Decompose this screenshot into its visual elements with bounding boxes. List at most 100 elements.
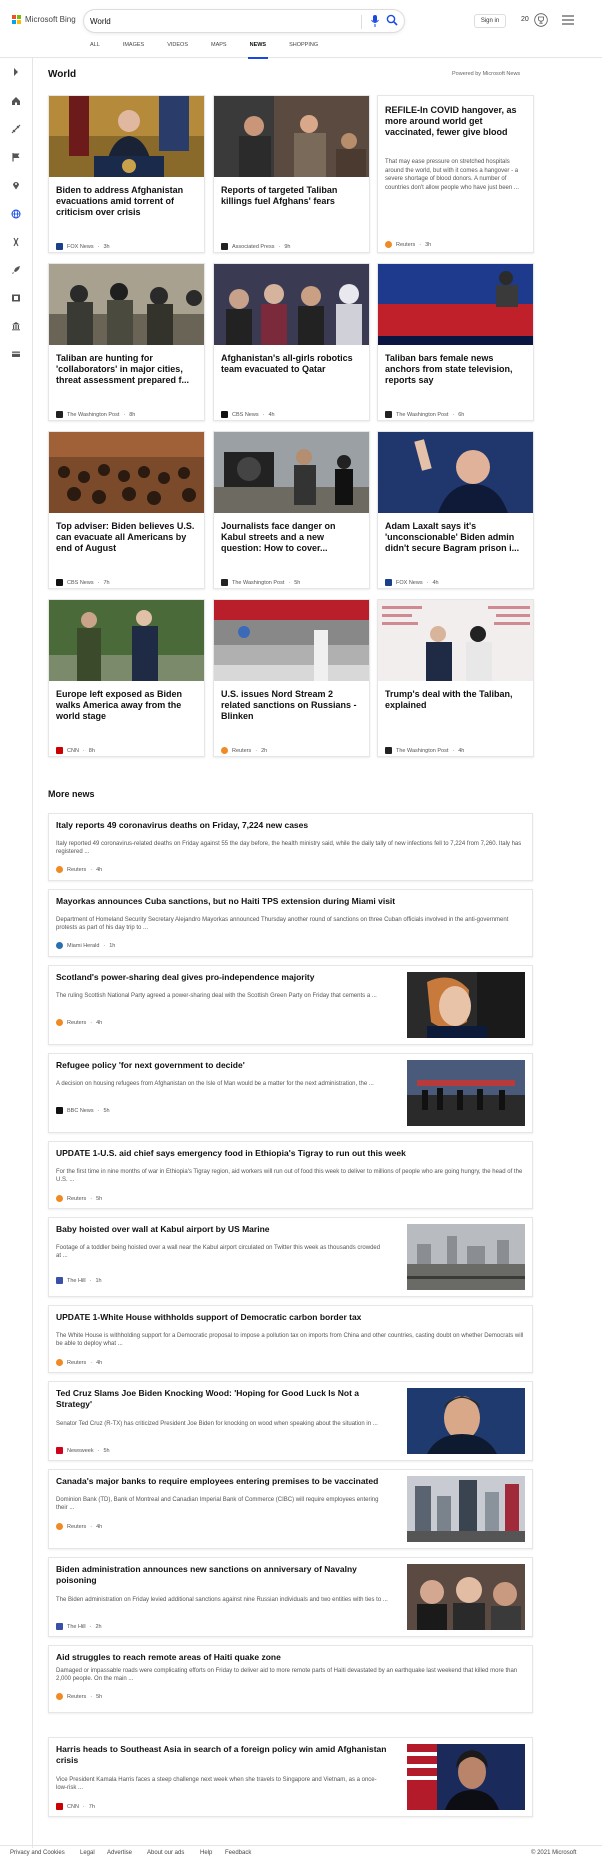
location-icon[interactable] <box>10 179 22 191</box>
news-title[interactable]: Italy reports 49 coronavirus deaths on F… <box>56 820 308 831</box>
card-title[interactable]: Taliban bars female news anchors from st… <box>385 353 527 386</box>
footer-link-feedback[interactable]: Feedback <box>225 1850 251 1856</box>
hamburger-menu-icon[interactable] <box>562 15 574 25</box>
news-card[interactable]: Trump's deal with the Taliban, explained… <box>377 599 534 757</box>
science-icon[interactable] <box>10 236 22 248</box>
chevron-right-icon[interactable] <box>10 66 22 78</box>
news-card[interactable]: Taliban bars female news anchors from st… <box>377 263 534 421</box>
search-input[interactable] <box>90 14 350 28</box>
rewards-trophy-icon[interactable] <box>534 13 548 27</box>
news-thumbnail <box>407 1744 525 1810</box>
news-card[interactable]: Adam Laxalt says it's 'unconscionable' B… <box>377 431 534 589</box>
news-title[interactable]: Biden administration announces new sanct… <box>56 1564 396 1586</box>
news-title[interactable]: Baby hoisted over wall at Kabul airport … <box>56 1224 396 1235</box>
news-list-item[interactable]: Refugee policy 'for next government to d… <box>48 1053 533 1133</box>
bing-logo[interactable]: Microsoft Bing <box>12 15 76 24</box>
card-meta: FOX News · 4h <box>385 579 439 586</box>
tab-videos[interactable]: VIDEOS <box>167 40 188 56</box>
rewards-count[interactable]: 20 <box>521 16 529 23</box>
card-title[interactable]: Reports of targeted Taliban killings fue… <box>221 185 363 207</box>
film-icon[interactable] <box>10 292 22 304</box>
news-card[interactable]: Reports of targeted Taliban killings fue… <box>213 95 370 253</box>
news-card[interactable]: Top adviser: Biden believes U.S. can eva… <box>48 431 205 589</box>
news-card[interactable]: Afghanistan's all-girls robotics team ev… <box>213 263 370 421</box>
news-source: The Hill <box>67 1623 86 1630</box>
news-title[interactable]: Harris heads to Southeast Asia in search… <box>56 1744 396 1766</box>
footer-link-help[interactable]: Help <box>200 1850 212 1856</box>
tab-all[interactable]: ALL <box>90 40 100 56</box>
card-title[interactable]: Afghanistan's all-girls robotics team ev… <box>221 353 363 375</box>
sign-in-button[interactable]: Sign in <box>474 14 506 28</box>
bank-icon[interactable] <box>10 320 22 332</box>
more-news-title: More news <box>48 789 95 799</box>
tab-news[interactable]: NEWS <box>247 40 268 59</box>
card-title[interactable]: Europe left exposed as Biden walks Ameri… <box>56 689 198 722</box>
news-card[interactable]: U.S. issues Nord Stream 2 related sancti… <box>213 599 370 757</box>
news-list-item[interactable]: Harris heads to Southeast Asia in search… <box>48 1737 533 1817</box>
news-list-item[interactable]: Biden administration announces new sanct… <box>48 1557 533 1637</box>
news-sep: · <box>90 1693 93 1700</box>
search-box[interactable] <box>84 10 404 32</box>
footer-link-advertise[interactable]: Advertise <box>107 1850 132 1856</box>
left-sidebar <box>0 58 33 1848</box>
card-title[interactable]: REFILE-In COVID hangover, as more around… <box>385 105 527 138</box>
news-list-item[interactable]: Mayorkas announces Cuba sanctions, but n… <box>48 889 533 957</box>
news-title[interactable]: Scotland's power-sharing deal gives pro-… <box>56 972 396 983</box>
home-icon[interactable] <box>10 95 22 107</box>
news-snippet: Vice President Kamala Harris faces a ste… <box>56 1777 377 1791</box>
news-card[interactable]: Taliban are hunting for 'collaborators' … <box>48 263 205 421</box>
brand-name: Microsoft Bing <box>25 15 76 24</box>
card-title[interactable]: Top adviser: Biden believes U.S. can eva… <box>56 521 198 554</box>
news-list-item[interactable]: Scotland's power-sharing deal gives pro-… <box>48 965 533 1045</box>
news-list-item[interactable]: Ted Cruz Slams Joe Biden Knocking Wood: … <box>48 1381 533 1461</box>
news-time: 1h <box>109 942 116 949</box>
news-title[interactable]: Aid struggles to reach remote areas of H… <box>56 1652 281 1663</box>
search-icon[interactable] <box>386 14 398 26</box>
news-source: Newsweek <box>67 1447 94 1454</box>
news-sep: · <box>82 1803 85 1810</box>
source-logo-icon <box>385 411 392 418</box>
news-title[interactable]: UPDATE 1-White House withholds support o… <box>56 1312 361 1323</box>
news-source: Reuters <box>67 1523 87 1530</box>
card-title[interactable]: U.S. issues Nord Stream 2 related sancti… <box>221 689 363 722</box>
news-list-item[interactable]: Baby hoisted over wall at Kabul airport … <box>48 1217 533 1297</box>
sparkle-icon[interactable] <box>10 123 22 135</box>
news-list-item[interactable]: UPDATE 1-U.S. aid chief says emergency f… <box>48 1141 533 1209</box>
card-sep: · <box>419 241 422 248</box>
tab-maps[interactable]: MAPS <box>211 40 227 56</box>
flag-icon[interactable] <box>10 151 22 163</box>
news-list-item[interactable]: Aid struggles to reach remote areas of H… <box>48 1645 533 1713</box>
footer-link-privacy[interactable]: Privacy and Cookies <box>10 1850 65 1856</box>
card-title[interactable]: Trump's deal with the Taliban, explained <box>385 689 527 711</box>
news-list-item[interactable]: Italy reports 49 coronavirus deaths on F… <box>48 813 533 881</box>
news-title[interactable]: Canada's major banks to require employee… <box>56 1476 396 1487</box>
card-title[interactable]: Journalists face danger on Kabul streets… <box>221 521 363 554</box>
copyright: © 2021 Microsoft <box>531 1850 577 1856</box>
source-logo-icon <box>56 1623 63 1630</box>
tab-images[interactable]: IMAGES <box>123 40 144 56</box>
news-card[interactable]: Journalists face danger on Kabul streets… <box>213 431 370 589</box>
news-source: Reuters <box>67 866 87 873</box>
footer-link-about-ads[interactable]: About our ads <box>147 1850 184 1856</box>
news-title[interactable]: Mayorkas announces Cuba sanctions, but n… <box>56 896 395 907</box>
card-icon[interactable] <box>10 348 22 360</box>
card-title[interactable]: Taliban are hunting for 'collaborators' … <box>56 353 198 386</box>
news-title[interactable]: UPDATE 1-U.S. aid chief says emergency f… <box>56 1148 406 1159</box>
news-title[interactable]: Refugee policy 'for next government to d… <box>56 1060 396 1071</box>
footer-link-legal[interactable]: Legal <box>80 1850 95 1856</box>
globe-icon[interactable] <box>10 208 22 220</box>
card-title[interactable]: Biden to address Afghanistan evacuations… <box>56 185 198 218</box>
news-card[interactable]: Europe left exposed as Biden walks Ameri… <box>48 599 205 757</box>
tab-shopping[interactable]: SHOPPING <box>289 40 318 56</box>
card-title[interactable]: Adam Laxalt says it's 'unconscionable' B… <box>385 521 527 554</box>
source-logo-icon <box>221 243 228 250</box>
rocket-icon[interactable] <box>10 264 22 276</box>
microphone-icon[interactable] <box>370 14 380 28</box>
news-card[interactable]: Biden to address Afghanistan evacuations… <box>48 95 205 253</box>
source-logo-icon <box>56 579 63 586</box>
source-logo-icon <box>56 1277 63 1284</box>
news-title[interactable]: Ted Cruz Slams Joe Biden Knocking Wood: … <box>56 1388 396 1410</box>
news-card[interactable]: REFILE-In COVID hangover, as more around… <box>377 95 534 253</box>
news-list-item[interactable]: UPDATE 1-White House withholds support o… <box>48 1305 533 1373</box>
news-list-item[interactable]: Canada's major banks to require employee… <box>48 1469 533 1549</box>
